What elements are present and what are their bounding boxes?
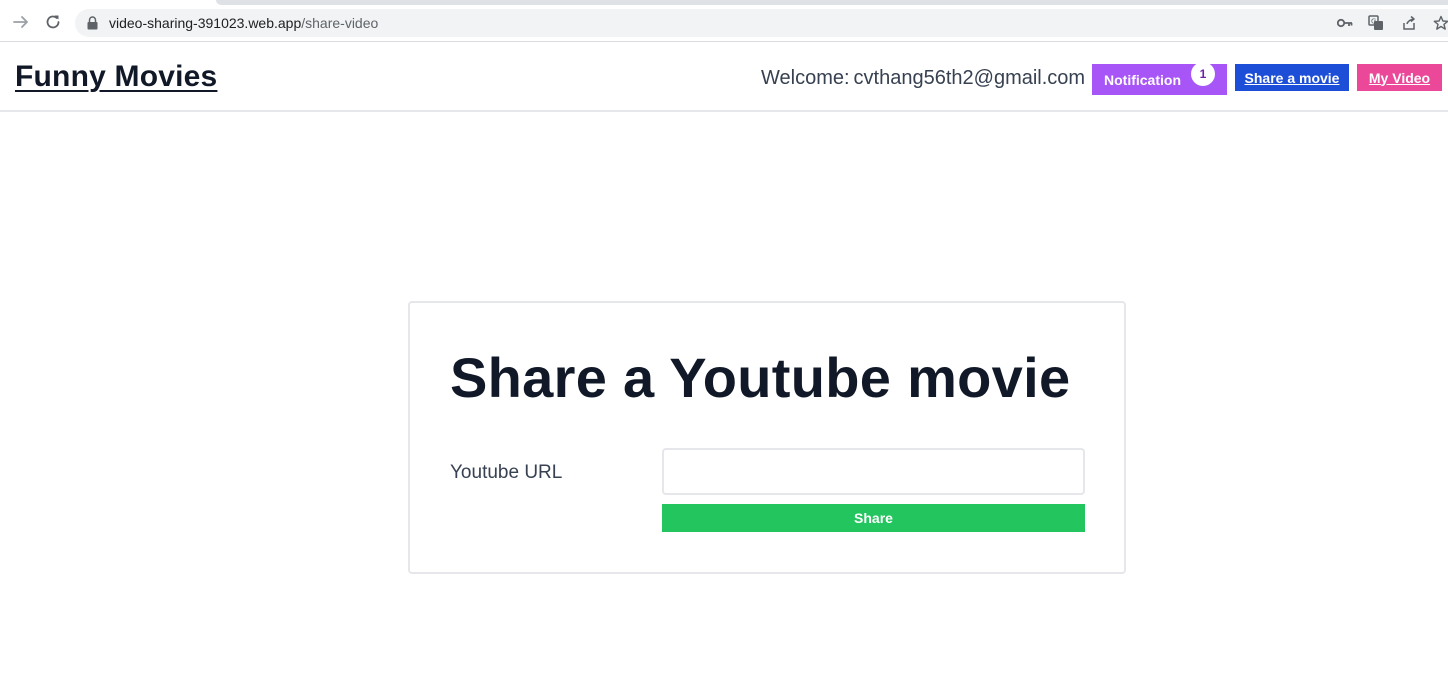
notification-button[interactable]: Notification 1 (1092, 62, 1227, 95)
url-text[interactable]: video-sharing-391023.web.app/share-video (109, 15, 378, 31)
browser-toolbar: video-sharing-391023.web.app/share-video… (0, 0, 1448, 42)
welcome-text: Welcome: cvthang56th2@gmail.com (761, 67, 1085, 90)
url-path: /share-video (301, 15, 379, 31)
app-header: Funny Movies Welcome: cvthang56th2@gmail.… (0, 42, 1448, 112)
user-email: cvthang56th2@gmail.com (853, 67, 1086, 89)
share-icon[interactable] (1400, 14, 1418, 32)
address-bar[interactable]: video-sharing-391023.web.app/share-video… (75, 9, 1448, 37)
welcome-label: Welcome: (761, 67, 850, 89)
key-icon[interactable] (1336, 14, 1354, 32)
page-title: Share a Youtube movie (450, 346, 1071, 409)
bookmark-star-icon[interactable] (1432, 14, 1448, 32)
youtube-url-input[interactable] (662, 448, 1085, 495)
translate-icon[interactable]: G (1367, 14, 1385, 32)
brand-logo-link[interactable]: Funny Movies (15, 60, 217, 94)
my-video-button[interactable]: My Video (1357, 64, 1442, 91)
share-movie-button[interactable]: Share a movie (1235, 64, 1349, 91)
share-button[interactable]: Share (662, 504, 1085, 532)
svg-text:G: G (1371, 18, 1376, 26)
lock-icon[interactable] (87, 16, 98, 35)
forward-icon[interactable] (10, 11, 32, 33)
share-form-card: Share a Youtube movie Youtube URL Share (408, 301, 1126, 574)
tab-strip (216, 0, 1448, 5)
youtube-url-label: Youtube URL (450, 462, 563, 483)
url-host: video-sharing-391023.web.app (109, 15, 302, 31)
notification-label: Notification (1104, 71, 1181, 88)
reload-icon[interactable] (42, 11, 64, 33)
notification-count-badge: 1 (1191, 62, 1215, 86)
